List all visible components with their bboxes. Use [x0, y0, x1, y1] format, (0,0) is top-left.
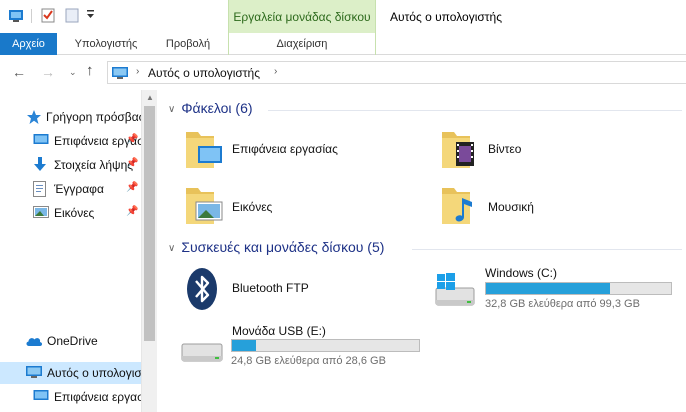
recent-locations-button[interactable]: ⌄: [69, 67, 77, 78]
pin-icon[interactable]: 📌: [126, 134, 138, 145]
bluetooth-icon: [182, 268, 222, 315]
pin-icon[interactable]: 📌: [126, 182, 138, 193]
devices-group-header[interactable]: ∨ Συσκευές και μονάδες δίσκου (5): [168, 239, 384, 255]
computer-icon: [25, 365, 43, 382]
nav-pane-scrollbar[interactable]: ▲: [141, 90, 157, 412]
nav-item-quick-access[interactable]: Γρήγορη πρόσβαση: [0, 106, 141, 128]
drive-free-space: 32,8 GB ελεύθερα από 99,3 GB: [485, 298, 640, 310]
capacity-bar: [231, 339, 420, 352]
ribbon-tabs: Αρχείο Υπολογιστής Προβολή Διαχείριση: [0, 33, 686, 55]
device-bluetooth-ftp[interactable]: Bluetooth FTP: [182, 266, 432, 312]
capacity-bar-fill: [232, 340, 257, 351]
nav-item-downloads[interactable]: Στοιχεία λήψης 📌: [0, 154, 141, 176]
download-arrow-icon: [33, 157, 47, 176]
computer-icon: [111, 66, 129, 83]
windows-drive-icon: [434, 272, 478, 313]
videos-folder-icon: [440, 132, 480, 175]
desktop-icon: [33, 389, 49, 406]
tab-computer[interactable]: Υπολογιστής: [66, 33, 146, 55]
folders-group-header[interactable]: ∨ Φάκελοι (6): [168, 100, 253, 116]
tab-manage[interactable]: Διαχείριση: [228, 33, 376, 55]
breadcrumb-separator[interactable]: ›: [136, 66, 139, 77]
nav-item-label: Έγγραφα: [54, 182, 104, 196]
scrollbar-thumb[interactable]: [144, 106, 155, 341]
drive-windows-c[interactable]: Windows (C:) 32,8 GB ελεύθερα από 99,3 G…: [434, 264, 684, 312]
drive-free-space: 24,8 GB ελεύθερα από 28,6 GB: [231, 355, 386, 367]
back-button[interactable]: ←: [12, 64, 26, 80]
scroll-up-icon[interactable]: ▲: [146, 93, 154, 102]
properties-icon[interactable]: [40, 7, 56, 26]
nav-item-label: Αυτός ο υπολογιστής: [47, 366, 141, 380]
nav-item-label: Εικόνες: [54, 206, 95, 220]
folder-label: Εικόνες: [232, 200, 273, 214]
breadcrumb-this-pc[interactable]: Αυτός ο υπολογιστής: [148, 66, 260, 80]
group-divider: [268, 110, 682, 111]
contextual-tab-group: Εργαλεία μονάδας δίσκου: [228, 0, 376, 33]
nav-item-label: Γρήγορη πρόσβαση: [46, 110, 141, 124]
drive-usb-e[interactable]: Μονάδα USB (E:) 24,8 GB ελεύθερα από 28,…: [180, 322, 450, 370]
drive-label: Μονάδα USB (E:): [232, 324, 326, 338]
tab-view[interactable]: Προβολή: [150, 33, 226, 55]
pin-icon[interactable]: 📌: [126, 206, 138, 217]
folder-label: Βίντεο: [488, 142, 522, 156]
collapse-chevron-icon[interactable]: ∨: [168, 104, 175, 115]
nav-item-desktop-sub[interactable]: Επιφάνεια εργασίας: [0, 386, 141, 408]
window-title: Αυτός ο υπολογιστής: [390, 10, 502, 24]
group-divider: [412, 249, 682, 250]
music-folder-icon: [440, 188, 480, 231]
nav-item-onedrive[interactable]: OneDrive: [0, 330, 141, 352]
capacity-bar-fill: [486, 283, 610, 294]
navigation-pane: Γρήγορη πρόσβαση Επιφάνεια εργασίας 📌 Στ…: [0, 90, 157, 412]
nav-item-label: OneDrive: [47, 334, 98, 348]
usb-drive-icon: [180, 340, 224, 367]
customize-quick-access-icon[interactable]: [86, 8, 95, 23]
desktop-icon: [33, 133, 49, 150]
nav-item-label: Στοιχεία λήψης: [54, 158, 134, 172]
nav-item-pictures[interactable]: Εικόνες 📌: [0, 202, 141, 224]
app-icon[interactable]: [8, 7, 24, 26]
nav-item-label: Επιφάνεια εργασίας: [54, 390, 141, 404]
tab-file[interactable]: Αρχείο: [0, 33, 57, 55]
drive-label: Windows (C:): [485, 266, 558, 280]
pictures-folder-icon: [184, 188, 224, 231]
folder-pictures[interactable]: Εικόνες: [184, 184, 444, 228]
folder-label: Μουσική: [488, 200, 534, 214]
device-label: Bluetooth FTP: [232, 281, 309, 295]
devices-group-title: Συσκευές και μονάδες δίσκου (5): [181, 239, 385, 255]
desktop-folder-icon: [184, 132, 224, 175]
breadcrumb-separator[interactable]: ›: [274, 66, 277, 77]
quick-access-separator: [31, 9, 32, 23]
document-icon: [33, 181, 46, 200]
address-bar[interactable]: › Αυτός ο υπολογιστής ›: [107, 61, 686, 84]
star-icon: [26, 109, 42, 128]
folders-group-title: Φάκελοι (6): [181, 100, 253, 116]
pictures-icon: [33, 205, 49, 222]
forward-button[interactable]: →: [41, 64, 55, 80]
pin-icon[interactable]: 📌: [126, 158, 138, 169]
folder-desktop[interactable]: Επιφάνεια εργασίας: [184, 128, 444, 172]
collapse-chevron-icon[interactable]: ∨: [168, 243, 175, 254]
nav-item-desktop[interactable]: Επιφάνεια εργασίας 📌: [0, 130, 141, 152]
address-row: ← → ⌄ ↑ › Αυτός ο υπολογιστής ›: [0, 56, 686, 88]
nav-item-documents[interactable]: Έγγραφα 📌: [0, 178, 141, 200]
new-folder-icon[interactable]: [64, 7, 80, 26]
folder-music[interactable]: Μουσική: [440, 184, 670, 228]
cloud-icon: [25, 335, 43, 350]
folder-label: Επιφάνεια εργασίας: [232, 142, 338, 156]
content-pane: ∨ Φάκελοι (6) Επιφάνεια εργασίας Βίντεο Ε…: [158, 90, 686, 412]
title-bar: Εργαλεία μονάδας δίσκου Αυτός ο υπολογισ…: [0, 0, 686, 33]
capacity-bar: [485, 282, 672, 295]
folder-videos[interactable]: Βίντεο: [440, 128, 670, 172]
contextual-tab-group-label: Εργαλεία μονάδας δίσκου: [233, 10, 371, 24]
up-button[interactable]: ↑: [86, 62, 94, 79]
nav-item-this-pc[interactable]: Αυτός ο υπολογιστής: [0, 362, 141, 384]
